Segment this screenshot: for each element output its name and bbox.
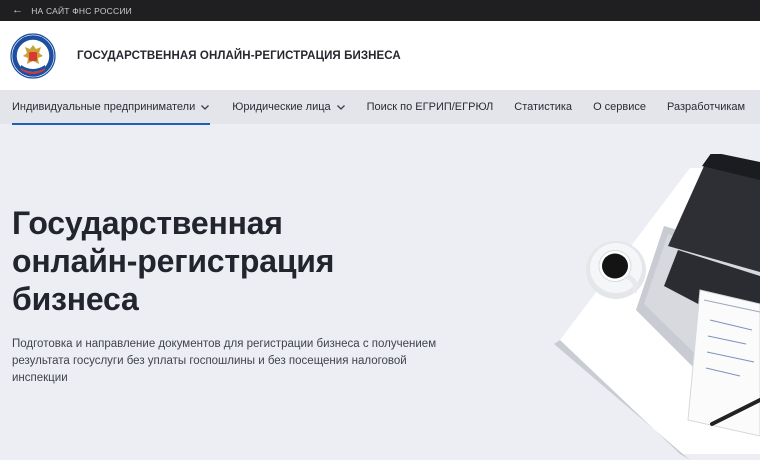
back-to-fns-link[interactable]: ← НА САЙТ ФНС РОССИИ bbox=[12, 5, 132, 16]
main-navigation: Индивидуальные предприниматели Юридическ… bbox=[0, 90, 760, 125]
nav-item-label: Поиск по ЕГРИП/ЕГРЮЛ bbox=[366, 101, 494, 113]
notepad-icon bbox=[687, 289, 760, 437]
hero-section: Государственная онлайн-регистрация бизне… bbox=[0, 124, 760, 460]
nav-item-label: Разработчикам bbox=[667, 101, 746, 113]
hero-description: Подготовка и направление документов для … bbox=[12, 338, 437, 384]
site-title: ГОСУДАРСТВЕННАЯ ОНЛАЙН-РЕГИСТРАЦИЯ БИЗНЕ… bbox=[77, 49, 401, 62]
nav-item-label: Индивидуальные предприниматели bbox=[12, 101, 196, 113]
nav-item-label: Статистика bbox=[514, 101, 573, 113]
nav-item-egrip-egrul-search[interactable]: Поиск по ЕГРИП/ЕГРЮЛ bbox=[367, 90, 494, 124]
hero-title-line: Государственная bbox=[12, 205, 283, 241]
nav-item-individual-entrepreneurs[interactable]: Индивидуальные предприниматели bbox=[12, 90, 211, 125]
hero-title-line: онлайн-регистрация bbox=[12, 243, 335, 279]
hero-title-line: бизнеса bbox=[12, 281, 139, 317]
back-link-label: НА САЙТ ФНС РОССИИ bbox=[31, 5, 132, 16]
site-header: ГОСУДАРСТВЕННАЯ ОНЛАЙН-РЕГИСТРАЦИЯ БИЗНЕ… bbox=[0, 21, 760, 90]
nav-item-legal-entities[interactable]: Юридические лица bbox=[232, 90, 345, 124]
chevron-down-icon bbox=[336, 105, 345, 110]
hero-title: Государственная онлайн-регистрация бизне… bbox=[12, 204, 432, 318]
chevron-down-icon bbox=[201, 105, 210, 110]
nav-item-label: О сервисе bbox=[593, 101, 647, 113]
nav-item-label: Юридические лица bbox=[232, 101, 331, 113]
nav-item-statistics[interactable]: Статистика bbox=[514, 90, 572, 124]
laptop-desk-illustration bbox=[554, 154, 760, 460]
nav-item-about[interactable]: О сервисе bbox=[593, 90, 646, 124]
top-bar: ← НА САЙТ ФНС РОССИИ bbox=[0, 0, 760, 21]
coffee-cup-icon bbox=[586, 241, 646, 299]
nav-item-developers[interactable]: Разработчикам bbox=[667, 90, 745, 124]
arrow-left-icon: ← bbox=[12, 4, 24, 16]
fns-emblem-logo[interactable] bbox=[10, 32, 56, 79]
